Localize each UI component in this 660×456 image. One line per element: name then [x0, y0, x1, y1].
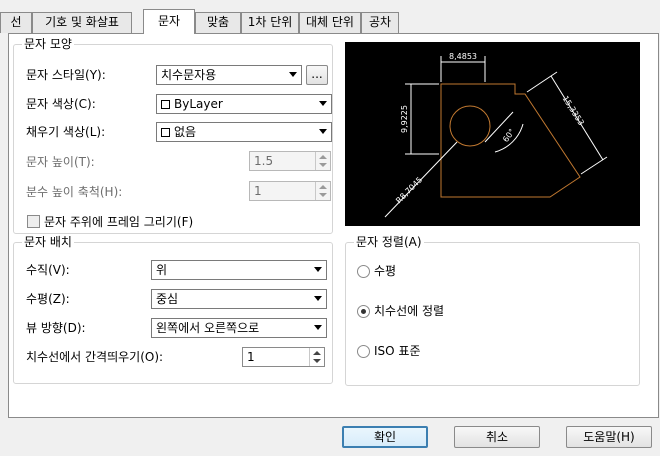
alignment-with-dim-line-radio[interactable]: [357, 305, 370, 318]
offset-label: 치수선에서 간격띄우기(O):: [26, 350, 164, 364]
cancel-button[interactable]: 취소: [454, 426, 540, 448]
chevron-down-icon: [314, 325, 322, 330]
tab-symbols-arrows[interactable]: 기호 및 화살표: [32, 12, 132, 33]
offset-spinner[interactable]: 1: [242, 347, 325, 367]
chevron-down-icon: [314, 267, 322, 272]
chevron-down-icon: [319, 101, 327, 106]
text-height-spinner[interactable]: 1.5: [249, 151, 331, 171]
preview-dim-right: 15,3353: [561, 94, 586, 127]
color-swatch-icon: [161, 100, 170, 109]
alignment-horizontal-label: 수평: [374, 264, 397, 278]
draw-frame-label: 문자 주위에 프레임 그리기(F): [44, 215, 194, 229]
vertical-value: 위: [156, 263, 168, 277]
ok-button[interactable]: 확인: [342, 426, 428, 448]
tab-fit[interactable]: 맞춤: [195, 12, 241, 33]
fraction-height-value: 1: [254, 184, 262, 198]
draw-frame-checkbox[interactable]: [27, 215, 40, 228]
preview-object-circle: [449, 105, 491, 147]
preview-dim-top: 8,4853: [449, 52, 477, 61]
tab-alternate-units[interactable]: 대체 단위: [299, 12, 361, 33]
tab-tolerances[interactable]: 공차: [361, 12, 399, 33]
help-button[interactable]: 도움말(H): [566, 426, 652, 448]
chevron-down-icon: [289, 72, 297, 77]
text-alignment-title: 문자 정렬(A): [354, 235, 424, 249]
tab-text[interactable]: 문자: [143, 9, 195, 34]
chevron-down-icon: [319, 129, 327, 134]
text-appearance-title: 문자 모양: [22, 37, 74, 51]
spinner-arrows-icon[interactable]: [315, 182, 330, 200]
vertical-label: 수직(V):: [26, 263, 70, 277]
tab-panel: 문자 모양 문자 스타일(Y): 치수문자용 ... 문자 색상(C): ByL…: [8, 33, 659, 418]
view-direction-value: 왼쪽에서 오른쪽으로: [156, 321, 260, 335]
horizontal-value: 중심: [156, 292, 179, 306]
preview-dim-radius: R8,7045: [394, 175, 424, 205]
text-height-value: 1.5: [254, 154, 274, 168]
text-color-label: 문자 색상(C):: [26, 97, 96, 111]
text-placement-title: 문자 배치: [22, 235, 74, 249]
color-swatch-icon: [161, 128, 170, 137]
text-color-dropdown[interactable]: ByLayer: [156, 94, 332, 114]
chevron-down-icon: [314, 296, 322, 301]
alignment-with-dim-line-label: 치수선에 정렬: [374, 304, 445, 318]
text-style-dropdown[interactable]: 치수문자용: [156, 65, 302, 85]
text-color-value: ByLayer: [174, 97, 223, 111]
preview-drawing: 8,4853 9,9225 15,3353 R8,7045 60°: [384, 52, 608, 218]
alignment-horizontal-radio[interactable]: [357, 265, 370, 278]
alignment-iso-radio[interactable]: [357, 345, 370, 358]
text-style-browse-button[interactable]: ...: [306, 65, 328, 85]
fill-color-value: 없음: [174, 125, 197, 139]
text-height-label: 문자 높이(T):: [26, 155, 95, 169]
dimension-preview: 8,4853 9,9225 15,3353 R8,7045 60°: [345, 42, 640, 226]
offset-value: 1: [247, 350, 255, 364]
fraction-height-label: 분수 높이 축척(H):: [26, 185, 123, 199]
fill-color-label: 채우기 색상(L):: [26, 125, 106, 139]
preview-dim-angle: 60°: [501, 127, 517, 144]
text-style-label: 문자 스타일(Y):: [26, 68, 106, 82]
horizontal-dropdown[interactable]: 중심: [151, 289, 327, 309]
text-appearance-group: 문자 모양 문자 스타일(Y): 치수문자용 ... 문자 색상(C): ByL…: [13, 37, 333, 234]
tab-primary-units[interactable]: 1차 단위: [241, 12, 299, 33]
text-placement-group: 문자 배치 수직(V): 위 수평(Z): 중심 뷰 방향(D): 왼쪽에서 오…: [13, 235, 333, 384]
text-style-value: 치수문자용: [161, 68, 217, 82]
spinner-arrows-icon[interactable]: [315, 152, 330, 170]
vertical-dropdown[interactable]: 위: [151, 260, 327, 280]
fill-color-dropdown[interactable]: 없음: [156, 122, 332, 142]
fraction-height-spinner[interactable]: 1: [249, 181, 331, 201]
text-alignment-group: 문자 정렬(A) 수평 치수선에 정렬 ISO 표준: [345, 235, 640, 386]
preview-dim-left: 9,9225: [400, 105, 409, 133]
horizontal-label: 수평(Z):: [26, 292, 70, 306]
tab-lines[interactable]: 선: [0, 12, 32, 33]
view-direction-label: 뷰 방향(D):: [26, 321, 86, 335]
alignment-iso-label: ISO 표준: [374, 344, 421, 358]
view-direction-dropdown[interactable]: 왼쪽에서 오른쪽으로: [151, 318, 327, 338]
spinner-arrows-icon[interactable]: [309, 348, 324, 366]
